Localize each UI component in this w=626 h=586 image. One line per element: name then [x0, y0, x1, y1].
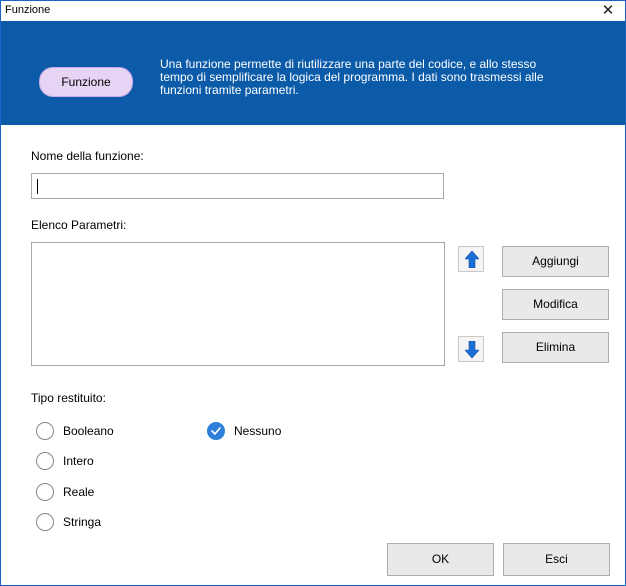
- radio-circle: [36, 513, 54, 531]
- function-name-input[interactable]: [31, 173, 444, 199]
- radio-label: Booleano: [63, 424, 114, 438]
- cancel-button[interactable]: Esci: [503, 543, 610, 576]
- ok-button[interactable]: OK: [387, 543, 494, 576]
- text-caret: [37, 179, 38, 194]
- return-type-label: Tipo restituito:: [31, 391, 106, 405]
- add-button[interactable]: Aggiungi: [502, 246, 609, 277]
- arrow-down-icon: [465, 341, 479, 358]
- window-title: Funzione: [5, 4, 51, 16]
- radio-label: Stringa: [63, 515, 102, 529]
- edit-button[interactable]: Modifica: [502, 289, 609, 320]
- info-banner: Funzione Una funzione permette di riutil…: [1, 21, 625, 125]
- radio-circle: [36, 483, 54, 501]
- function-dialog: Funzione ✕ Funzione Una funzione permett…: [0, 0, 626, 586]
- radio-label: Intero: [63, 454, 94, 468]
- delete-button[interactable]: Elimina: [502, 332, 609, 363]
- radio-label: Nessuno: [234, 424, 282, 438]
- move-up-button[interactable]: [458, 246, 484, 272]
- banner-line-3: funzioni tramite parametri.: [160, 83, 299, 97]
- title-bar: Funzione ✕: [1, 1, 625, 21]
- radio-circle: [36, 452, 54, 470]
- parameters-label: Elenco Parametri:: [31, 218, 127, 232]
- radio-label: Reale: [63, 485, 95, 499]
- function-badge: Funzione: [39, 67, 133, 97]
- move-down-button[interactable]: [458, 336, 484, 362]
- function-name-label: Nome della funzione:: [31, 149, 144, 163]
- radio-checked-icon: [207, 422, 225, 440]
- banner-description: Una funzione permette di riutilizzare un…: [160, 58, 600, 97]
- close-button[interactable]: ✕: [597, 1, 619, 21]
- checkmark-icon: [211, 427, 221, 435]
- parameters-list[interactable]: [31, 242, 445, 366]
- radio-circle: [36, 422, 54, 440]
- arrow-up-icon: [465, 251, 479, 268]
